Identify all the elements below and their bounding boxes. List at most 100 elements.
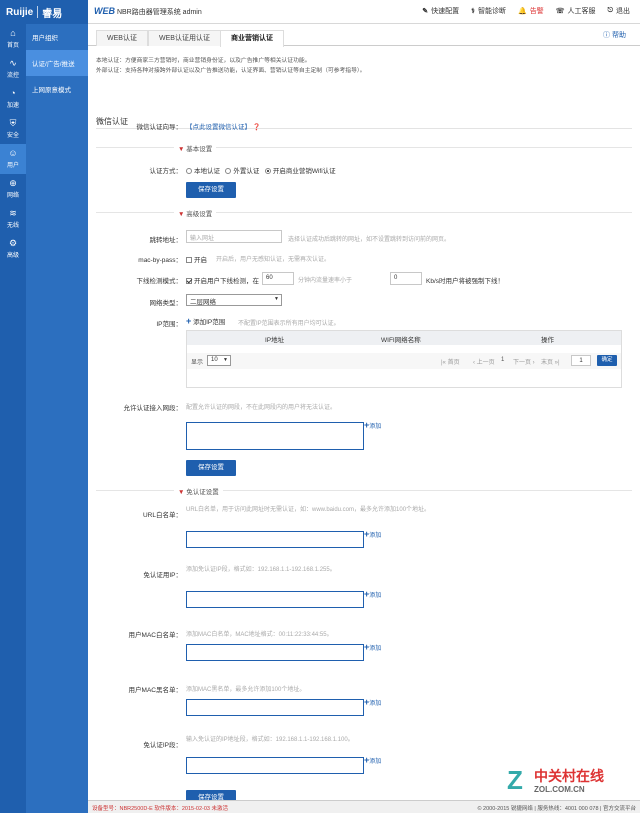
allow-segment-label: 允许认证接入网段： bbox=[123, 405, 183, 412]
url-whitelist-hint: URL白名单，用于访问此网址时无需认证，如：www.baidu.com，最多允许… bbox=[186, 507, 431, 513]
watermark: Z 中关村在线 ZOL.COM.CN bbox=[500, 764, 640, 800]
shield-icon: ⛨ bbox=[9, 118, 17, 128]
next-page-link[interactable]: 下一页 › bbox=[513, 357, 535, 366]
logout-icon: ⎋ bbox=[607, 7, 613, 14]
free-seg-add-button[interactable]: +添加 bbox=[364, 755, 381, 765]
top-bar: Ruijie 睿易 WEB NBR路由器管理系统 admin ✎ 快速配置 ⚕ 智能… bbox=[0, 0, 640, 24]
mac-black-add-button[interactable]: +添加 bbox=[364, 697, 381, 707]
wechat-guide-label: 微信认证向导： bbox=[136, 124, 183, 131]
net-type-select[interactable]: 二层网络 bbox=[186, 294, 282, 306]
app-title: WEB NBR路由器管理系统 admin bbox=[94, 6, 202, 16]
plus-icon: + bbox=[186, 316, 192, 326]
basic-settings-title: ▼ 基本设置 bbox=[174, 143, 217, 153]
headset-icon: ☏ bbox=[555, 8, 565, 15]
ip-range-table: IP地址 WIFI网络名称 操作 显示 10 |« 首页 ‹ 上一页 1 下一页… bbox=[186, 330, 622, 388]
quick-setup-link[interactable]: ✎ 快速配置 bbox=[422, 6, 459, 16]
mac-whitelist-hint: 添加MAC白名单，MAC地址格式：00:11:22:33:44:55。 bbox=[186, 632, 333, 638]
footer: 设备型号：NBR2500D-E 软件版本：2015-02-03 未激活 © 20… bbox=[88, 800, 640, 813]
sidebar-item-flow[interactable]: ∿ 流控 bbox=[0, 54, 26, 84]
main-content: WEB认证 WEB认证用认证 商业营销认证 ⓘ 帮助 本地认证：方便商家三方营销… bbox=[88, 24, 640, 806]
sidebar-item-wireless[interactable]: ≋ 无线 bbox=[0, 204, 26, 234]
free-segment-input[interactable] bbox=[186, 757, 364, 774]
free-ip-label: 免认证用IP： bbox=[143, 572, 182, 579]
free-ip-hint: 添加免认证IP段，格式如：192.168.1.1-192.168.1.255。 bbox=[186, 567, 336, 573]
sub-sidebar: 用户组织 认证/广告/推送 上网原意模式 bbox=[26, 24, 88, 813]
gear-icon: ⚙ bbox=[8, 238, 18, 248]
save-basic-button[interactable]: 保存设置 bbox=[186, 182, 236, 198]
user-icon: ☺ bbox=[8, 148, 18, 158]
save-advanced-button[interactable]: 保存设置 bbox=[186, 460, 236, 476]
sidebar-item-network[interactable]: ⊕ 网络 bbox=[0, 174, 26, 204]
help-link[interactable]: ⓘ 帮助 bbox=[603, 30, 626, 40]
free-segment-hint: 输入免认证的IP地址段，格式如：192.168.1.1-192.168.1.10… bbox=[186, 737, 354, 743]
alert-link[interactable]: 🔔 告警 bbox=[518, 6, 544, 16]
home-icon: ⌂ bbox=[10, 28, 16, 38]
portal-hint: 选择认证成功后跳转的网址，如不设置跳转到访问前的网页。 bbox=[288, 237, 451, 243]
offline-checkbox[interactable]: 开启用户下线检测，在 bbox=[186, 275, 259, 285]
advanced-settings-title: ▼ 高级设置 bbox=[174, 208, 217, 218]
offline-rate-input[interactable]: 0 bbox=[390, 272, 422, 285]
wand-icon: ✎ bbox=[422, 8, 429, 15]
mac-blacklist-input[interactable] bbox=[186, 699, 364, 716]
radio-external[interactable]: 外置认证 bbox=[225, 168, 259, 175]
chart-icon: ∿ bbox=[9, 58, 17, 68]
mac-white-add-button[interactable]: +添加 bbox=[364, 642, 381, 652]
free-segment-label: 免认证IP段： bbox=[143, 742, 182, 749]
zol-logo-icon: Z bbox=[507, 765, 523, 795]
whitelist-title: ▼ 免认证设置 bbox=[174, 486, 223, 496]
pagination-bar: 显示 10 |« 首页 ‹ 上一页 1 下一页 › 末页 »| 1 确定 bbox=[187, 353, 621, 369]
auth-method-options: 本地认证 外置认证 开启商业营销Wifi认证 bbox=[186, 165, 336, 175]
url-add-button[interactable]: +添加 bbox=[364, 529, 381, 539]
tab-web-auth[interactable]: WEB认证 bbox=[96, 30, 148, 46]
offline-end-text: Kb/s时用户将被强制下线！ bbox=[426, 278, 505, 285]
prev-page-link[interactable]: ‹ 上一页 bbox=[473, 357, 495, 366]
add-ip-range-button[interactable]: + 添加IP范围 bbox=[186, 316, 225, 326]
sidebar-item-advanced[interactable]: ⚙ 高级 bbox=[0, 234, 26, 264]
portal-input[interactable]: 输入网址 bbox=[186, 230, 282, 243]
offline-label: 下线检测模式： bbox=[136, 278, 183, 285]
free-ip-input[interactable] bbox=[186, 591, 364, 608]
top-links: ✎ 快速配置 ⚕ 智能诊断 🔔 告警 ☏ 人工客服 ⎋ 退出 bbox=[422, 6, 630, 16]
mac-whitelist-input[interactable] bbox=[186, 644, 364, 661]
subnav-online-mode[interactable]: 上网原意模式 bbox=[26, 76, 88, 102]
wechat-guide-link[interactable]: 【点此设置微信认证】 ❓ bbox=[186, 121, 261, 131]
speedometer-icon: ◔ bbox=[10, 88, 16, 98]
free-ip-add-button[interactable]: +添加 bbox=[364, 589, 381, 599]
page-jump-input[interactable]: 1 bbox=[571, 355, 591, 366]
sidebar-item-accel[interactable]: ◔ 加速 bbox=[0, 84, 26, 114]
radio-business-wifi[interactable]: 开启商业营销Wifi认证 bbox=[264, 168, 336, 175]
offline-minutes-input[interactable]: 60 bbox=[262, 272, 294, 285]
radio-local[interactable]: 本地认证 bbox=[186, 168, 220, 175]
url-whitelist-input[interactable] bbox=[186, 531, 364, 548]
allow-segment-hint: 配置允许认证的网段，不在此网段内的用户将无法认证。 bbox=[186, 405, 337, 411]
notes: 本地认证：方便商家三方营销时，商业营销身份证，以及广告推广等相关认证功能。 外部… bbox=[96, 58, 366, 74]
globe-icon: ⊕ bbox=[9, 178, 17, 188]
sidebar: ⌂ 首页 ∿ 流控 ◔ 加速 ⛨ 安全 ☺ 用户 ⊕ 网络 ≋ 无线 ⚙ 高级 bbox=[0, 24, 26, 813]
diagnose-link[interactable]: ⚕ 智能诊断 bbox=[471, 6, 506, 16]
current-page: 1 bbox=[501, 357, 505, 363]
sidebar-item-home[interactable]: ⌂ 首页 bbox=[0, 24, 26, 54]
ip-range-label: IP范围： bbox=[156, 321, 182, 328]
wifi-icon: ≋ bbox=[9, 208, 17, 218]
sidebar-item-security[interactable]: ⛨ 安全 bbox=[0, 114, 26, 144]
tab-business-auth[interactable]: 商业营销认证 bbox=[220, 30, 284, 47]
subnav-user-org[interactable]: 用户组织 bbox=[26, 24, 88, 50]
mac-bypass-checkbox[interactable]: 开启 bbox=[186, 254, 207, 264]
logo: Ruijie 睿易 bbox=[0, 0, 88, 24]
support-link[interactable]: ☏ 人工客服 bbox=[556, 6, 596, 16]
mac-bypass-label: mac-by-pass： bbox=[138, 257, 182, 264]
page-jump-button[interactable]: 确定 bbox=[597, 355, 617, 366]
page-size-select[interactable]: 10 bbox=[207, 355, 231, 366]
first-page-link[interactable]: |« 首页 bbox=[441, 357, 460, 366]
last-page-link[interactable]: 末页 »| bbox=[541, 357, 560, 366]
portal-label: 跳转地址： bbox=[149, 237, 183, 244]
subnav-auth[interactable]: 认证/广告/推送 bbox=[26, 50, 88, 76]
logout-link[interactable]: ⎋ 退出 bbox=[607, 6, 630, 16]
net-type-label: 网络类型： bbox=[149, 300, 183, 307]
allow-add-button[interactable]: +添加 bbox=[364, 420, 381, 430]
tab-web-auth2[interactable]: WEB认证用认证 bbox=[148, 30, 221, 46]
mac-blacklist-hint: 添加MAC黑名单，最多允许添加100个地址。 bbox=[186, 687, 306, 693]
sidebar-item-user[interactable]: ☺ 用户 bbox=[0, 144, 26, 174]
allow-segment-textarea[interactable] bbox=[186, 422, 364, 450]
stethoscope-icon: ⚕ bbox=[471, 8, 475, 15]
